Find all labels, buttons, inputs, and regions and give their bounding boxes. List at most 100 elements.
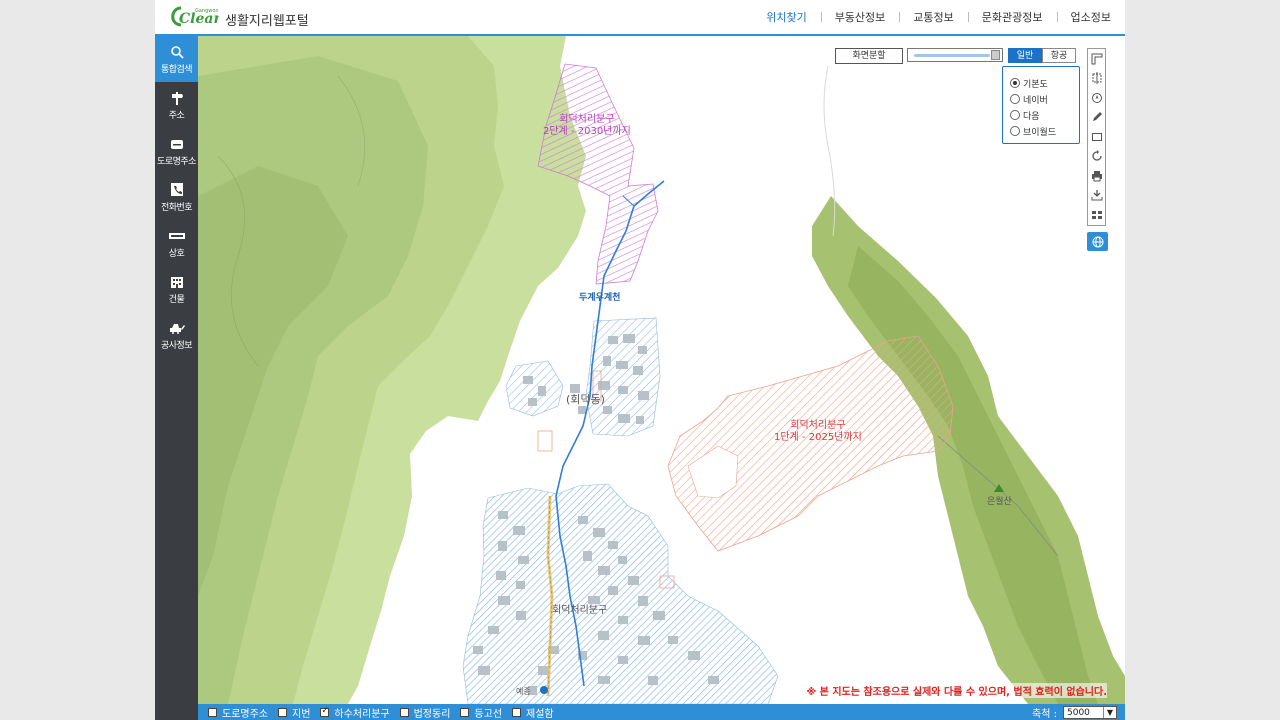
checkbox[interactable] — [460, 707, 470, 717]
layer-legal-district[interactable]: 법정동리 — [399, 705, 450, 720]
layer-road-address[interactable]: 도로명주소 — [208, 705, 268, 720]
sidebar-item-label: 통합검색 — [160, 64, 193, 75]
location-icon[interactable] — [1088, 88, 1105, 108]
radio-icon[interactable] — [1010, 94, 1020, 104]
top-nav: 위치찾기 부동산정보 교통정보 문화관광정보 업소정보 — [752, 0, 1125, 34]
store-sign-icon — [168, 228, 185, 244]
zone2-label: 회덕처리분구 2단계 - 2030년까지 — [543, 114, 631, 138]
basemap-option-default[interactable]: 기본도 — [1010, 75, 1079, 91]
basemap-option-naver[interactable]: 네이버 — [1010, 91, 1079, 107]
layer-label: 하수처리분구 — [334, 708, 390, 720]
checkbox[interactable] — [278, 707, 287, 717]
stream-label: 두계우계천 — [579, 293, 621, 303]
rectangle-icon[interactable] — [1088, 127, 1105, 147]
road-address-icon — [169, 136, 185, 152]
stop-label: 예종 — [516, 687, 531, 696]
checkbox[interactable] — [399, 707, 409, 717]
peak-label: 은월산 — [987, 497, 1012, 507]
map-type-toggle: 일반 항공 — [1008, 48, 1076, 63]
print-icon[interactable] — [1088, 166, 1105, 186]
search-icon — [169, 44, 185, 60]
area-icon[interactable] — [1088, 69, 1105, 89]
portal-logo[interactable]: Clean Gangwon — [167, 4, 219, 30]
layer-snow-box[interactable]: 제설함 — [512, 705, 554, 720]
sidebar-item-label: 도로명주소 — [157, 156, 196, 167]
split-screen-button[interactable]: 화면분할 — [835, 48, 903, 64]
zone1-period: 1단계 - 2025년까지 — [774, 432, 862, 443]
layer-contour[interactable]: 등고선 — [460, 705, 502, 720]
nav-business[interactable]: 업소정보 — [1056, 9, 1125, 25]
map-toolbar — [1087, 48, 1106, 226]
sidebar-item-label: 주소 — [168, 110, 185, 121]
basemap-option-label: 기본도 — [1023, 79, 1048, 90]
zone1-name: 회덕처리분구 — [790, 420, 846, 431]
checkbox[interactable] — [512, 707, 522, 717]
basemap-option-label: 네이버 — [1023, 95, 1048, 106]
distance-icon[interactable] — [1088, 49, 1105, 69]
map-type-aerial-button[interactable]: 항공 — [1042, 48, 1076, 63]
sidebar-item-address[interactable]: 주소 — [155, 82, 198, 128]
app-window: Clean Gangwon 생활지리웹포털 위치찾기 부동산정보 교통정보 문화… — [155, 0, 1125, 720]
sidebar-item-building[interactable]: 건물 — [155, 266, 198, 312]
village-label: (회덕동) — [566, 393, 605, 406]
map-disclaimer: ※ 본 지도는 참조용으로 실제와 다를 수 있으며, 법적 효력이 없습니다. — [806, 683, 1107, 698]
scale-label: 축척 : — [1032, 709, 1057, 720]
sidebar-item-label: 전화번호 — [160, 202, 193, 213]
zone2-name: 회덕처리분구 — [559, 114, 615, 125]
portal-title: 생활지리웹포털 — [225, 14, 309, 29]
radio-icon[interactable] — [1010, 110, 1020, 120]
radio-selected-icon[interactable] — [1010, 78, 1020, 88]
nav-culture-tourism[interactable]: 문화관광정보 — [967, 9, 1057, 25]
scale-value: 5000 — [1067, 708, 1090, 718]
zone2-period: 2단계 - 2030년까지 — [543, 126, 631, 137]
zoom-slider[interactable] — [907, 48, 1003, 62]
scale-select[interactable]: 5000 ▼ — [1063, 706, 1117, 719]
basemap-option-label: 브이월드 — [1023, 127, 1057, 138]
layer-label: 도로명주소 — [222, 708, 268, 720]
construction-icon — [169, 320, 185, 336]
chevron-down-icon[interactable]: ▼ — [1103, 707, 1116, 718]
layer-sewage-zone[interactable]: 하수처리분구 — [320, 705, 390, 720]
zoom-track — [914, 54, 990, 57]
logo-subtext: Gangwon — [195, 8, 219, 14]
nav-real-estate[interactable]: 부동산정보 — [820, 9, 900, 25]
layer-lot-number[interactable]: 지번 — [278, 705, 310, 720]
refresh-icon[interactable] — [1088, 147, 1105, 167]
checkbox-checked[interactable] — [320, 706, 330, 717]
nav-location[interactable]: 위치찾기 — [752, 9, 820, 25]
globe-button[interactable] — [1087, 232, 1108, 251]
stop-marker[interactable] — [540, 686, 548, 694]
sidebar-item-business-name[interactable]: 상호 — [155, 220, 198, 266]
map-type-normal-button[interactable]: 일반 — [1008, 48, 1042, 63]
building-icon — [169, 274, 185, 290]
basemap-option-vworld[interactable]: 브이월드 — [1010, 123, 1079, 139]
parcel — [537, 430, 553, 452]
radio-icon[interactable] — [1010, 126, 1020, 136]
layer-label: 제설함 — [526, 708, 554, 720]
layer-label: 지번 — [292, 708, 311, 720]
sidebar-item-label: 공사정보 — [160, 340, 193, 351]
zone1-label: 회덕처리분구 1단계 - 2025년까지 — [774, 420, 862, 444]
list-icon[interactable] — [1088, 205, 1105, 225]
sidebar-item-phone[interactable]: 전화번호 — [155, 174, 198, 220]
scale-control: 축척 : 5000 ▼ — [1032, 705, 1117, 720]
download-icon[interactable] — [1088, 186, 1105, 206]
layer-label: 등고선 — [474, 708, 503, 720]
basemap-option-daum[interactable]: 다음 — [1010, 107, 1079, 123]
basemap-panel: 기본도 네이버 다음 브이월드 — [1002, 66, 1080, 144]
checkbox[interactable] — [208, 707, 217, 717]
signpost-icon — [169, 90, 185, 106]
sidebar-item-label: 건물 — [168, 294, 185, 305]
sidebar-item-integrated-search[interactable]: 통합검색 — [155, 36, 198, 82]
layer-bar: 도로명주소 지번 하수처리분구 법정동리 등고선 제설함 축척 : 5000 ▼ — [198, 704, 1125, 720]
nav-traffic[interactable]: 교통정보 — [899, 9, 967, 25]
sidebar-item-road-address[interactable]: 도로명주소 — [155, 128, 198, 174]
sidebar-item-label: 상호 — [168, 248, 185, 259]
zoom-knob[interactable] — [991, 50, 1000, 60]
top-header: Clean Gangwon 생활지리웹포털 위치찾기 부동산정보 교통정보 문화… — [155, 0, 1125, 36]
pen-icon[interactable] — [1088, 108, 1105, 128]
phone-icon — [169, 182, 185, 198]
map-graphics — [198, 36, 1125, 704]
sidebar-item-construction[interactable]: 공사정보 — [155, 312, 198, 358]
map-canvas[interactable]: 회덕처리분구 2단계 - 2030년까지 두계우계천 (회덕동) 회덕처리분구 … — [198, 36, 1125, 704]
